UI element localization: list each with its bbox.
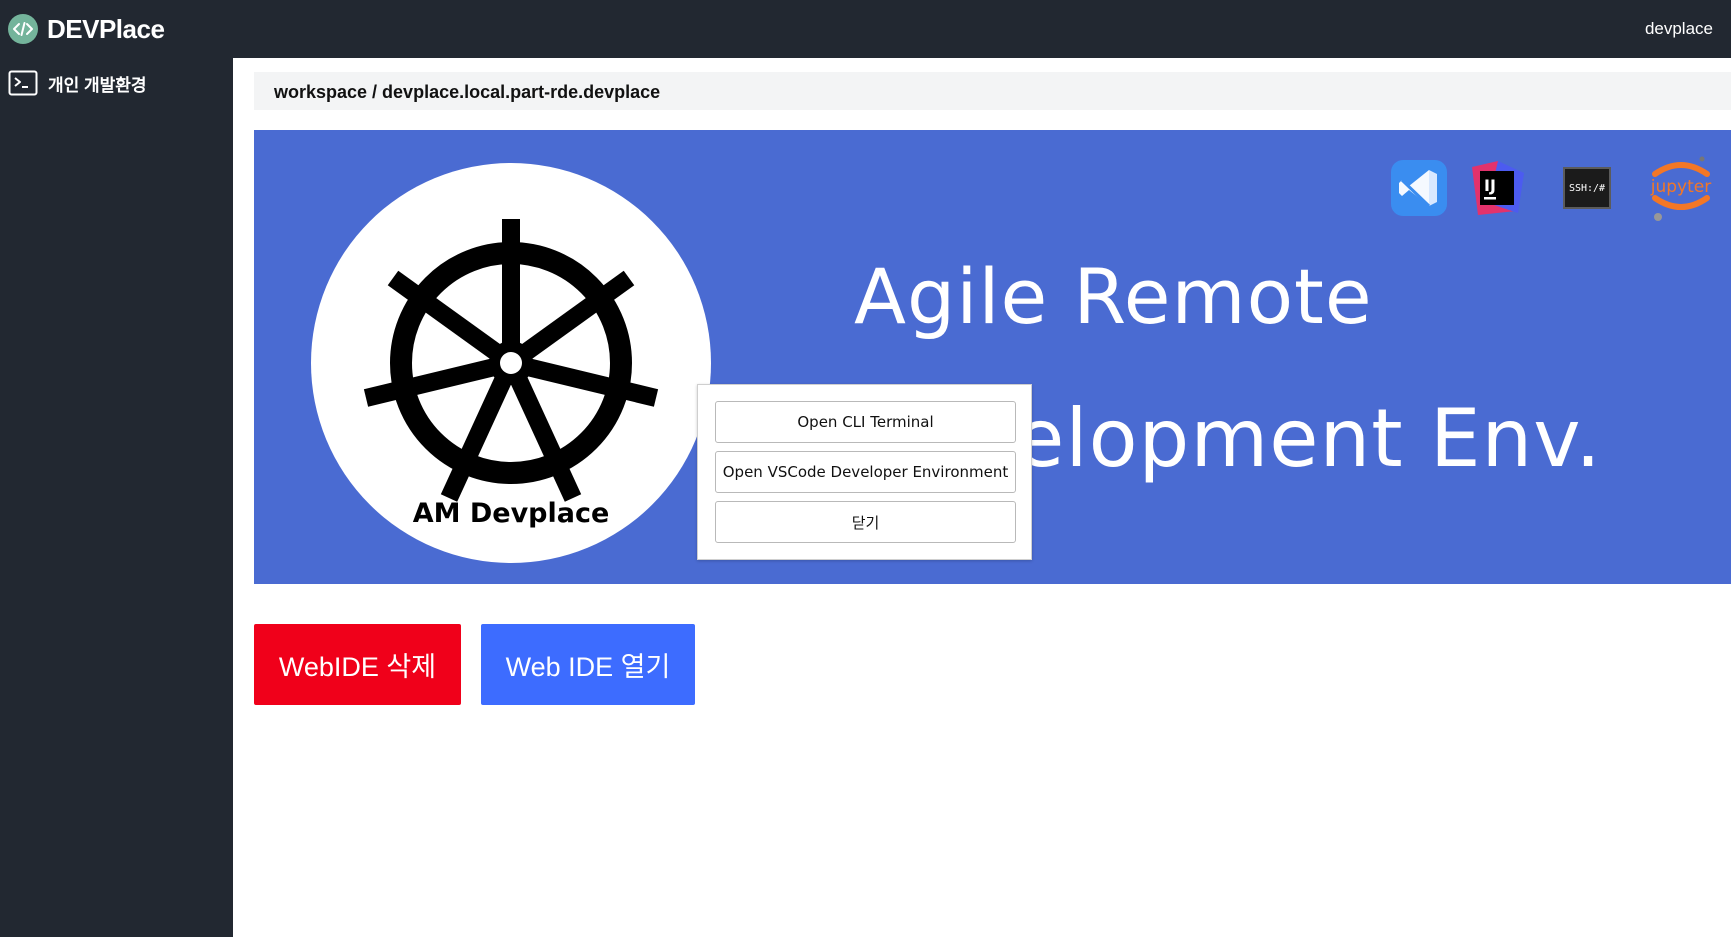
ssh-terminal-icon[interactable]: SSH:/# (1562, 158, 1612, 218)
open-vscode-env-button[interactable]: Open VSCode Developer Environment (715, 451, 1016, 493)
logo-text: AM Devplace (412, 498, 610, 529)
sidebar: 개인 개발환경 (0, 58, 233, 937)
ssh-label: SSH:/# (1563, 167, 1611, 209)
open-webide-button[interactable]: Web IDE 열기 (481, 624, 695, 705)
intellij-icon[interactable]: IJ (1468, 158, 1526, 218)
breadcrumb: workspace / devplace.local.part-rde.devp… (274, 82, 661, 102)
user-menu[interactable]: devplace (1645, 19, 1713, 39)
brand-logo-link[interactable]: DEVPlace (8, 13, 165, 45)
svg-text:IJ: IJ (1484, 176, 1496, 195)
code-icon (8, 14, 38, 44)
open-cli-terminal-button[interactable]: Open CLI Terminal (715, 401, 1016, 443)
top-navbar: DEVPlace devplace (0, 0, 1731, 58)
sidebar-item-personal-dev-env[interactable]: 개인 개발환경 (8, 68, 226, 98)
am-devplace-logo: AM Devplace (311, 163, 711, 563)
open-options-popup: Open CLI Terminal Open VSCode Developer … (697, 384, 1032, 560)
terminal-icon (8, 70, 38, 96)
delete-webide-button[interactable]: WebIDE 삭제 (254, 624, 461, 705)
svg-text:jupyter: jupyter (1650, 177, 1711, 197)
breadcrumb-bar: workspace / devplace.local.part-rde.devp… (254, 72, 1731, 110)
close-popup-button[interactable]: 닫기 (715, 501, 1016, 543)
vscode-icon[interactable] (1390, 158, 1448, 218)
jupyter-icon[interactable]: jupyter (1649, 156, 1713, 221)
sidebar-item-label: 개인 개발환경 (48, 75, 147, 95)
hero-title-line1: Agile Remote (854, 252, 1373, 341)
brand-name: DEVPlace (47, 13, 165, 44)
